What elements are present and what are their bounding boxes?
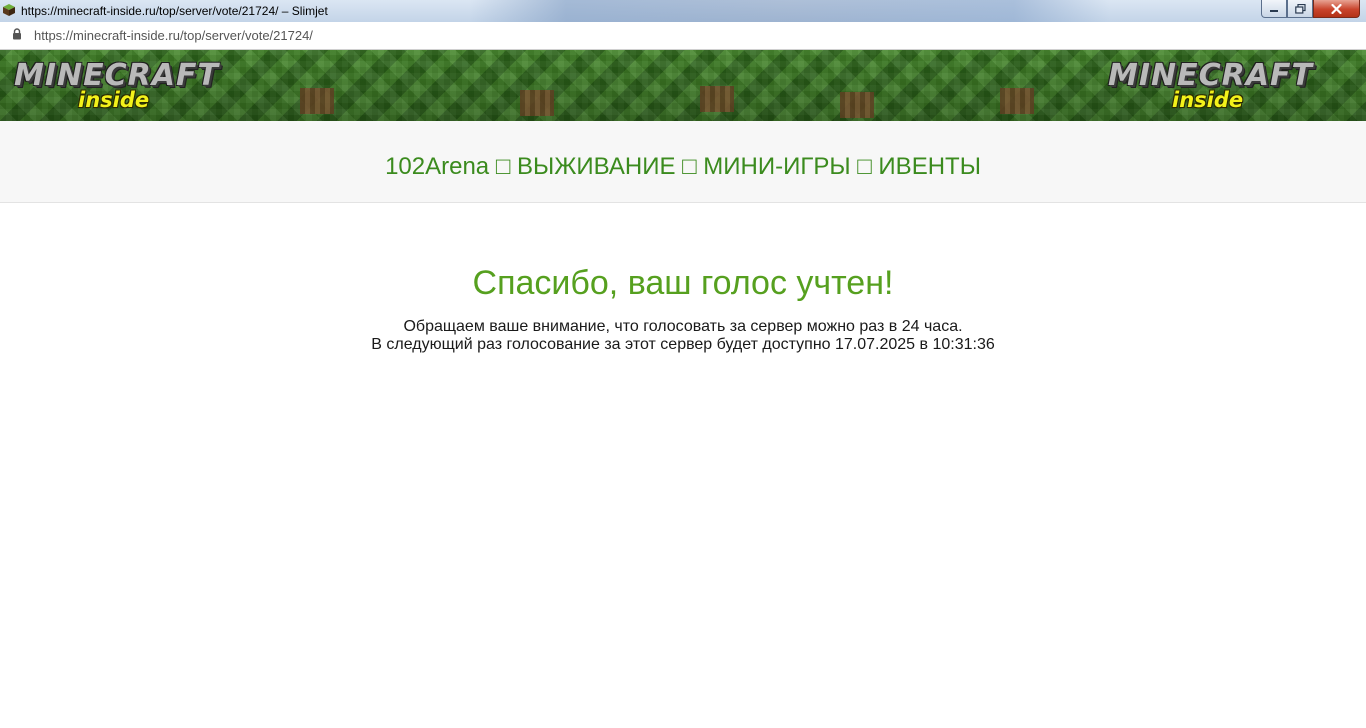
address-bar[interactable]: https://minecraft-inside.ru/top/server/v… bbox=[0, 22, 1366, 50]
close-icon bbox=[1331, 3, 1342, 14]
vote-notice-line-1: Обращаем ваше внимание, что голосовать з… bbox=[403, 318, 963, 335]
slimjet-cube-icon bbox=[3, 4, 15, 16]
banner-dirt-block bbox=[300, 88, 334, 114]
site-banner: MINECRAFT inside MINECRAFT inside bbox=[0, 50, 1366, 121]
maximize-button[interactable] bbox=[1287, 0, 1313, 18]
server-header: 102Arena □ ВЫЖИВАНИЕ □ МИНИ-ИГРЫ □ ИВЕНТ… bbox=[0, 121, 1366, 203]
close-button[interactable] bbox=[1313, 0, 1360, 18]
server-name[interactable]: 102Arena □ ВЫЖИВАНИЕ □ МИНИ-ИГРЫ □ ИВЕНТ… bbox=[0, 152, 1366, 182]
banner-dirt-block bbox=[840, 92, 874, 118]
logo-subtext: inside bbox=[1172, 88, 1244, 112]
title-bar-glass bbox=[470, 0, 1110, 22]
minimize-icon bbox=[1270, 9, 1278, 12]
restore-icon bbox=[1294, 3, 1306, 14]
vote-success-heading: Спасибо, ваш голос учтен! bbox=[472, 264, 894, 302]
banner-dirt-block bbox=[700, 86, 734, 112]
minimize-button[interactable] bbox=[1261, 0, 1287, 18]
url-text[interactable]: https://minecraft-inside.ru/top/server/v… bbox=[34, 28, 313, 43]
site-logo-left[interactable]: MINECRAFT inside bbox=[14, 59, 234, 115]
banner-dirt-block bbox=[520, 90, 554, 116]
lock-icon bbox=[13, 28, 21, 40]
vote-notice-line-2: В следующий раз голосование за этот серв… bbox=[371, 336, 995, 353]
banner-dirt-block bbox=[1000, 88, 1034, 114]
window-title-bar: https://minecraft-inside.ru/top/server/v… bbox=[0, 0, 1366, 22]
logo-subtext: inside bbox=[78, 88, 150, 112]
site-logo-right[interactable]: MINECRAFT inside bbox=[1108, 59, 1328, 115]
window-title: https://minecraft-inside.ru/top/server/v… bbox=[21, 4, 328, 18]
